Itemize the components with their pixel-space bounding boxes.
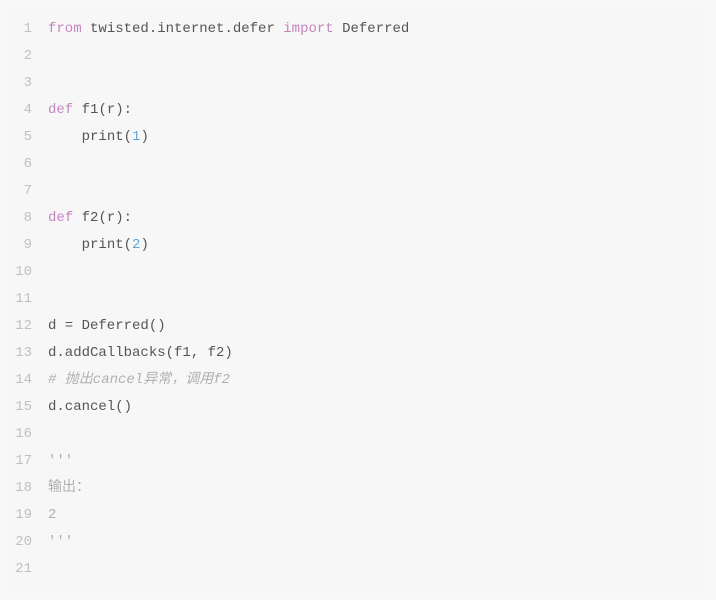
- code-line: 15d.cancel(): [8, 394, 708, 421]
- line-number: 14: [8, 367, 48, 394]
- line-number: 5: [8, 124, 48, 151]
- line-content: print(2): [48, 232, 708, 259]
- code-line: 3: [8, 70, 708, 97]
- code-block: 1from twisted.internet.defer import Defe…: [8, 8, 708, 591]
- line-content: d.cancel(): [48, 394, 708, 421]
- code-line: 8def f2(r):: [8, 205, 708, 232]
- code-line: 5 print(1): [8, 124, 708, 151]
- line-number: 17: [8, 448, 48, 475]
- line-content: [48, 421, 708, 448]
- line-content: [48, 43, 708, 70]
- line-content: def f1(r):: [48, 97, 708, 124]
- line-number: 16: [8, 421, 48, 448]
- code-line: 2: [8, 43, 708, 70]
- line-number: 2: [8, 43, 48, 70]
- line-content: [48, 70, 708, 97]
- code-line: 18输出：: [8, 475, 708, 502]
- line-number: 6: [8, 151, 48, 178]
- code-line: 14# 抛出cancel异常，调用f2: [8, 367, 708, 394]
- line-content: # 抛出cancel异常，调用f2: [48, 367, 708, 394]
- code-line: 16: [8, 421, 708, 448]
- line-number: 8: [8, 205, 48, 232]
- code-line: 4def f1(r):: [8, 97, 708, 124]
- line-number: 11: [8, 286, 48, 313]
- code-line: 9 print(2): [8, 232, 708, 259]
- code-line: 13d.addCallbacks(f1, f2): [8, 340, 708, 367]
- code-line: 192: [8, 502, 708, 529]
- line-content: print(1): [48, 124, 708, 151]
- line-number: 15: [8, 394, 48, 421]
- code-line: 1from twisted.internet.defer import Defe…: [8, 16, 708, 43]
- code-line: 20''': [8, 529, 708, 556]
- line-content: [48, 286, 708, 313]
- line-content: ''': [48, 529, 708, 556]
- line-content: 输出：: [48, 475, 708, 502]
- line-content: def f2(r):: [48, 205, 708, 232]
- line-number: 1: [8, 16, 48, 43]
- line-content: d.addCallbacks(f1, f2): [48, 340, 708, 367]
- line-content: [48, 151, 708, 178]
- line-number: 21: [8, 556, 48, 583]
- line-content: from twisted.internet.defer import Defer…: [48, 16, 708, 43]
- line-number: 13: [8, 340, 48, 367]
- line-number: 3: [8, 70, 48, 97]
- line-number: 19: [8, 502, 48, 529]
- code-line: 12d = Deferred(): [8, 313, 708, 340]
- line-number: 4: [8, 97, 48, 124]
- code-line: 6: [8, 151, 708, 178]
- line-number: 12: [8, 313, 48, 340]
- line-number: 9: [8, 232, 48, 259]
- line-content: [48, 259, 708, 286]
- code-line: 10: [8, 259, 708, 286]
- line-content: 2: [48, 502, 708, 529]
- code-line: 11: [8, 286, 708, 313]
- line-content: [48, 556, 708, 583]
- code-line: 17''': [8, 448, 708, 475]
- line-content: ''': [48, 448, 708, 475]
- line-number: 10: [8, 259, 48, 286]
- line-number: 20: [8, 529, 48, 556]
- line-content: d = Deferred(): [48, 313, 708, 340]
- code-line: 7: [8, 178, 708, 205]
- line-content: [48, 178, 708, 205]
- line-number: 7: [8, 178, 48, 205]
- code-line: 21: [8, 556, 708, 583]
- line-number: 18: [8, 475, 48, 502]
